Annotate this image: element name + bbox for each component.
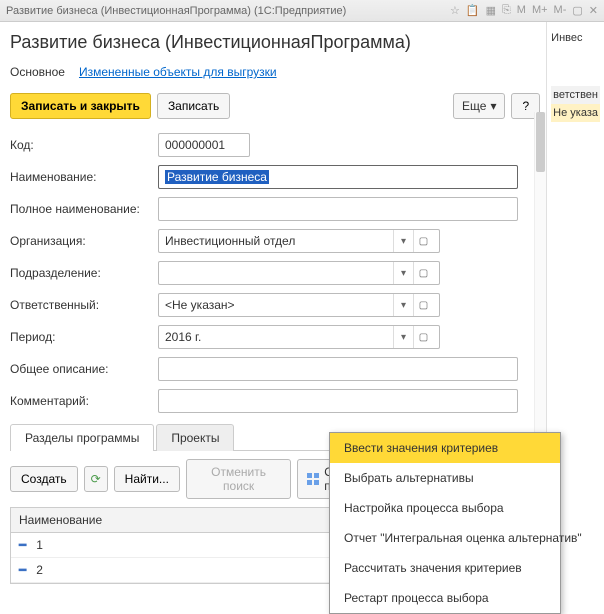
tab-sections[interactable]: Разделы программы [10,424,154,451]
save-and-close-button[interactable]: Записать и закрыть [10,93,151,119]
open-icon[interactable]: ▢ [413,294,433,316]
dept-label: Подразделение: [10,266,158,280]
org-label: Организация: [10,234,158,248]
open-icon[interactable]: ▢ [413,262,433,284]
desc-input[interactable] [158,357,518,381]
chevron-down-icon[interactable]: ▾ [393,294,413,316]
tab-projects[interactable]: Проекты [156,424,234,451]
nav-main[interactable]: Основное [10,65,65,79]
period-select[interactable]: 2016 г. ▾▢ [158,325,440,349]
chevron-down-icon[interactable]: ▾ [393,230,413,252]
star-icon[interactable]: ☆ [450,4,460,17]
maximize-icon[interactable]: ▢ [572,4,582,17]
mplus-icon[interactable]: M+ [532,4,548,17]
row-marker-icon: ━ [19,538,26,552]
chevron-down-icon: ▾ [490,99,496,113]
fullname-input[interactable] [158,197,518,221]
popup-item-calc[interactable]: Рассчитать значения критериев [330,553,560,583]
name-input[interactable]: Развитие бизнеса [158,165,518,189]
desc-label: Общее описание: [10,362,158,376]
nav-bar: Основное Измененные объекты для выгрузки [10,65,540,79]
popup-item-enter-criteria[interactable]: Ввести значения критериев [330,433,560,463]
nav-changed[interactable]: Измененные объекты для выгрузки [79,65,277,79]
clipboard-icon[interactable]: 📋 [466,4,480,17]
period-label: Период: [10,330,158,344]
refresh-icon: ⟳ [91,472,101,486]
command-bar: Записать и закрыть Записать Еще▾ ? [10,93,540,119]
save-button[interactable]: Записать [157,93,230,119]
fullname-label: Полное наименование: [10,202,158,216]
resp-select[interactable]: <Не указан> ▾▢ [158,293,440,317]
create-button[interactable]: Создать [10,466,78,492]
grid-icon[interactable]: ▦ [486,4,496,17]
open-icon[interactable]: ▢ [413,230,433,252]
m-icon[interactable]: M [517,4,526,17]
code-input[interactable]: 000000001 [158,133,250,157]
dept-select[interactable]: ▾▢ [158,261,440,285]
name-label: Наименование: [10,170,158,184]
popup-item-report[interactable]: Отчет "Интегральная оценка альтернатив" [330,523,560,553]
side-row: Не указа [551,104,600,122]
page-title: Развитие бизнеса (ИнвестиционнаяПрограмм… [10,32,540,53]
refresh-button[interactable]: ⟳ [84,466,108,492]
eval-icon [306,472,320,486]
popup-item-restart[interactable]: Рестарт процесса выбора [330,583,560,613]
comment-label: Комментарий: [10,394,158,408]
window-titlebar: Развитие бизнеса (ИнвестиционнаяПрограмм… [0,0,604,22]
close-icon[interactable]: ✕ [589,4,598,17]
find-button[interactable]: Найти... [114,466,180,492]
comment-input[interactable] [158,389,518,413]
copy-icon[interactable]: ⎘ [502,4,511,17]
resp-label: Ответственный: [10,298,158,312]
mminus-icon[interactable]: M- [554,4,567,17]
popup-item-select-alt[interactable]: Выбрать альтернативы [330,463,560,493]
eval-popup-menu: Ввести значения критериев Выбрать альтер… [329,432,561,614]
titlebar-text: Развитие бизнеса (ИнвестиционнаяПрограмм… [6,5,346,17]
org-select[interactable]: Инвестиционный отдел ▾▢ [158,229,440,253]
scrollbar-thumb[interactable] [536,112,545,172]
chevron-down-icon[interactable]: ▾ [393,262,413,284]
more-button[interactable]: Еще▾ [453,93,505,119]
side-row: ветствен [551,86,600,104]
chevron-down-icon[interactable]: ▾ [393,326,413,348]
popup-item-config[interactable]: Настройка процесса выбора [330,493,560,523]
open-icon[interactable]: ▢ [413,326,433,348]
row-marker-icon: ━ [19,563,26,577]
side-tab[interactable]: Инвес [551,32,600,46]
titlebar-tools: ☆ 📋 ▦ ⎘ M M+ M- ▢ ✕ [450,4,598,17]
cancel-search-button[interactable]: Отменить поиск [186,459,291,499]
code-label: Код: [10,138,158,152]
